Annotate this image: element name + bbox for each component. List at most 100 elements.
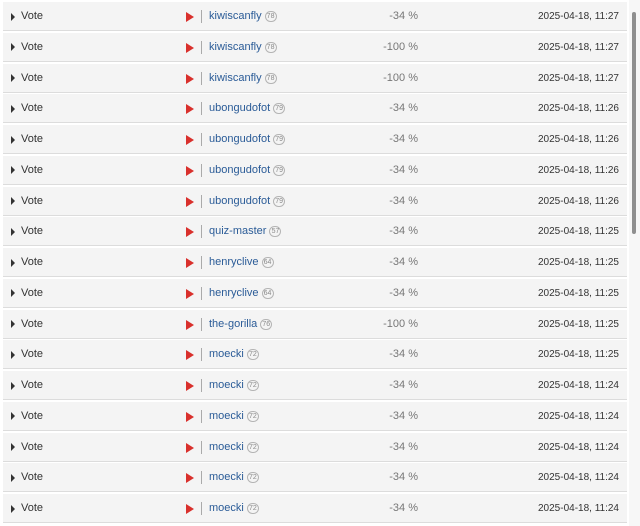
- vote-row[interactable]: Vote the-gorilla 76 -100 % 2025-04-18, 11:25: [3, 309, 627, 339]
- reputation-badge: 79: [273, 134, 286, 145]
- voter-username[interactable]: ubongudofot: [209, 133, 270, 145]
- voter-username-link[interactable]: moecki 72: [209, 441, 259, 454]
- voter-username-link[interactable]: ubongudofot 79: [209, 133, 286, 146]
- voter-username-link[interactable]: moecki 72: [209, 502, 259, 515]
- divider: [201, 502, 202, 515]
- vote-percent: -34 %: [389, 440, 418, 453]
- vote-row[interactable]: Vote ubongudofot 79 -34 % 2025-04-18, 11:26: [3, 186, 627, 216]
- reputation-badge: 64: [261, 257, 274, 268]
- voter-username-link[interactable]: quiz-master 57: [209, 225, 282, 238]
- vote-row[interactable]: Vote quiz-master 57 -34 % 2025-04-18, 11:25: [3, 217, 627, 247]
- voter-username[interactable]: henryclive: [209, 256, 259, 268]
- vote-percent: -100 %: [383, 71, 418, 84]
- expand-caret-icon[interactable]: [11, 104, 15, 113]
- reputation-badge: 64: [261, 287, 274, 299]
- divider: [201, 348, 202, 362]
- voter-username-link[interactable]: henryclive 64: [209, 256, 274, 269]
- reputation-badge: 79: [273, 103, 286, 115]
- expand-caret-icon[interactable]: [11, 443, 15, 451]
- voter-username-link[interactable]: moecki 72: [209, 348, 259, 361]
- vote-row[interactable]: Vote moecki 72 -34 % 2025-04-18, 11:25: [3, 340, 627, 370]
- voter-username-link[interactable]: henryclive 64: [209, 287, 274, 300]
- divider: [201, 194, 202, 208]
- vote-timestamp: 2025-04-18, 11:25: [538, 257, 619, 268]
- voter-username-link[interactable]: ubongudofot 79: [209, 164, 286, 177]
- voter-username[interactable]: moecki: [209, 441, 244, 453]
- voter-username-link[interactable]: ubongudofot 79: [209, 102, 286, 115]
- expand-caret-icon[interactable]: [11, 74, 15, 82]
- voter-username[interactable]: ubongudofot: [209, 102, 270, 114]
- vote-label: Vote: [21, 317, 44, 330]
- vote-percent: -34 %: [389, 133, 418, 145]
- divider: [201, 409, 202, 423]
- play-icon: [186, 381, 194, 391]
- vote-percent: -34 %: [389, 163, 418, 176]
- play-icon: [186, 442, 194, 453]
- vote-label: Vote: [21, 471, 44, 484]
- vote-row[interactable]: Vote moecki 72 -34 % 2025-04-18, 11:24: [3, 432, 627, 462]
- voter-username[interactable]: moecki: [209, 471, 244, 483]
- vote-row[interactable]: Vote henryclive 64 -34 % 2025-04-18, 11:25: [3, 278, 627, 308]
- vote-row[interactable]: Vote henryclive 64 -34 % 2025-04-18, 11:25: [3, 248, 627, 277]
- voter-username-link[interactable]: the-gorilla 76: [209, 318, 273, 331]
- voter-username-link[interactable]: moecki 72: [209, 379, 259, 392]
- vote-label: Vote: [21, 40, 44, 53]
- voter-username[interactable]: moecki: [209, 348, 244, 360]
- voter-username-link[interactable]: moecki 72: [209, 410, 259, 423]
- voter-username[interactable]: henryclive: [209, 287, 259, 299]
- expand-caret-icon[interactable]: [11, 320, 15, 328]
- expand-caret-icon[interactable]: [11, 43, 15, 52]
- vote-row[interactable]: Vote kiwiscanfly 78 -34 % 2025-04-18, 11:27: [3, 2, 627, 31]
- vote-row[interactable]: Vote ubongudofot 79 -34 % 2025-04-18, 11:26: [3, 94, 627, 124]
- expand-caret-icon[interactable]: [11, 381, 15, 390]
- vote-row[interactable]: Vote ubongudofot 79 -34 % 2025-04-18, 11:26: [3, 155, 627, 185]
- voter-username-link[interactable]: ubongudofot 79: [209, 195, 286, 208]
- vote-timestamp: 2025-04-18, 11:24: [538, 380, 619, 391]
- voter-username[interactable]: kiwiscanfly: [209, 10, 262, 22]
- vote-row[interactable]: Vote moecki 72 -34 % 2025-04-18, 11:24: [3, 401, 627, 431]
- expand-caret-icon[interactable]: [11, 197, 15, 205]
- vote-percent: -100 %: [383, 317, 418, 330]
- scrollbar[interactable]: [629, 0, 640, 526]
- expand-caret-icon[interactable]: [11, 12, 15, 21]
- play-icon: [186, 73, 194, 84]
- vote-row[interactable]: Vote ubongudofot 79 -34 % 2025-04-18, 11:26: [3, 125, 627, 154]
- voter-username-link[interactable]: moecki 72: [209, 471, 259, 484]
- vote-row[interactable]: Vote kiwiscanfly 78 -100 % 2025-04-18, 11:27: [3, 63, 627, 93]
- vote-row[interactable]: Vote moecki 72 -34 % 2025-04-18, 11:24: [3, 463, 627, 493]
- scrollbar-thumb[interactable]: [632, 12, 636, 234]
- voter-username-link[interactable]: kiwiscanfly 78: [209, 10, 277, 23]
- expand-caret-icon[interactable]: [11, 473, 15, 482]
- voter-username[interactable]: kiwiscanfly: [209, 72, 262, 84]
- reputation-badge: 78: [264, 11, 277, 22]
- vote-history-panel: Vote kiwiscanfly 78 -34 % 2025-04-18, 11:27 V…: [0, 0, 640, 526]
- expand-caret-icon[interactable]: [11, 504, 15, 513]
- vote-row[interactable]: Vote moecki 72 -34 % 2025-04-18, 11:24: [3, 494, 627, 523]
- voter-username[interactable]: moecki: [209, 502, 244, 514]
- voter-username[interactable]: kiwiscanfly: [209, 41, 262, 53]
- voter-username[interactable]: ubongudofot: [209, 195, 270, 207]
- expand-caret-icon[interactable]: [11, 350, 15, 359]
- expand-caret-icon[interactable]: [11, 227, 15, 236]
- reputation-badge: 72: [246, 472, 259, 484]
- voter-username[interactable]: the-gorilla: [209, 318, 257, 330]
- voter-username-link[interactable]: kiwiscanfly 78: [209, 41, 277, 54]
- expand-caret-icon[interactable]: [11, 258, 15, 267]
- voter-username[interactable]: moecki: [209, 379, 244, 391]
- vote-row[interactable]: Vote moecki 72 -34 % 2025-04-18, 11:24: [3, 371, 627, 400]
- vote-percent: -34 %: [389, 10, 418, 22]
- voter-username[interactable]: moecki: [209, 410, 244, 422]
- expand-caret-icon[interactable]: [11, 166, 15, 175]
- voter-username[interactable]: quiz-master: [209, 225, 266, 237]
- vote-label: Vote: [21, 225, 44, 238]
- vote-row[interactable]: Vote kiwiscanfly 78 -100 % 2025-04-18, 11:27: [3, 32, 627, 62]
- expand-caret-icon[interactable]: [11, 135, 15, 144]
- vote-timestamp: 2025-04-18, 11:24: [538, 441, 619, 453]
- reputation-badge: 78: [264, 72, 277, 84]
- expand-caret-icon[interactable]: [11, 289, 15, 298]
- divider: [201, 71, 202, 85]
- expand-caret-icon[interactable]: [11, 412, 15, 421]
- voter-username-link[interactable]: kiwiscanfly 78: [209, 72, 277, 85]
- voter-username[interactable]: ubongudofot: [209, 164, 270, 176]
- play-icon: [186, 350, 194, 361]
